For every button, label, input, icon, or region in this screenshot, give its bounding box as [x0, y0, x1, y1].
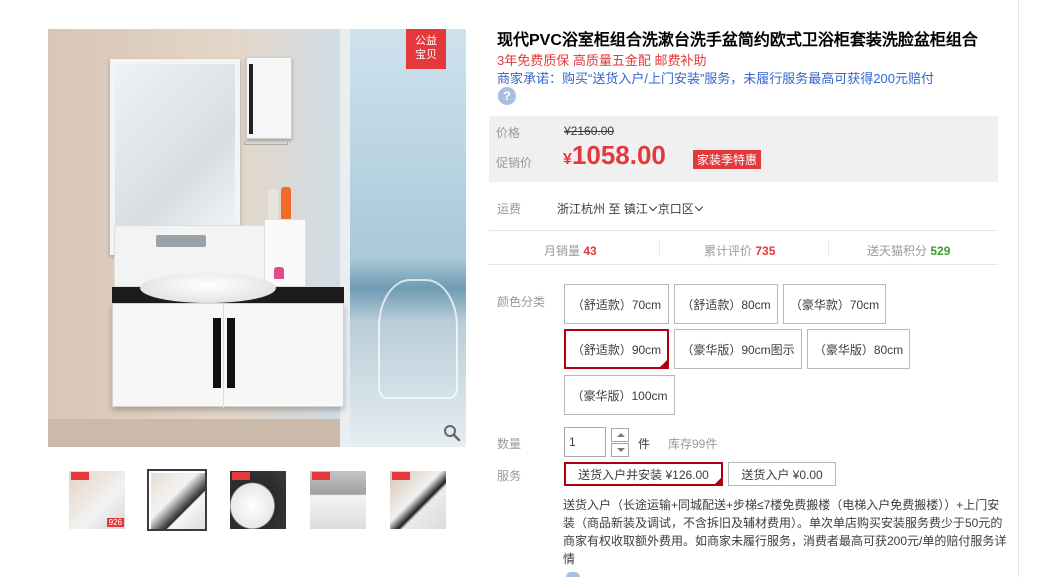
service-label: 服务: [497, 469, 522, 483]
service-option[interactable]: 送货入户 ¥0.00: [728, 462, 836, 486]
merchant-promise-link[interactable]: 商家承诺：购买“送货入户/上门安装”服务，未履行服务最高可获得200元赔付: [497, 68, 934, 87]
promo-tag: [71, 472, 89, 480]
faucet: [156, 235, 206, 247]
bottle: [268, 189, 278, 219]
badge-line2: 宝贝: [415, 49, 437, 61]
promo-tag: 家装季特惠: [693, 150, 762, 169]
promo-price-value: 1058.00: [571, 140, 666, 170]
thumbnail-selected[interactable]: [147, 469, 207, 531]
product-title: 现代PVC浴室柜组合洗漱台洗手盆简约欧式卫浴柜套装洗脸盆柜组合: [497, 32, 978, 49]
door-split: [223, 304, 224, 408]
color-option[interactable]: （舒适款）80cm: [674, 284, 778, 324]
ship-to-word: 至: [608, 202, 621, 216]
thumb-price: 926: [106, 518, 124, 527]
thumbnail[interactable]: [388, 469, 448, 531]
door-handle: [227, 318, 235, 388]
quantity-unit: 件: [638, 437, 651, 451]
color-option[interactable]: （舒适款）70cm: [564, 284, 669, 324]
quantity-increase-button[interactable]: [611, 428, 629, 442]
color-option[interactable]: （豪华款）70cm: [783, 284, 886, 324]
main-product-image[interactable]: [48, 29, 466, 447]
chevron-down-icon: [648, 202, 657, 212]
mirror-cabinet: [246, 57, 292, 139]
monthly-sales: 月销量 43: [544, 244, 597, 258]
review-count[interactable]: 累计评价 735: [704, 242, 775, 259]
color-option[interactable]: （豪华版）90cm图示: [674, 329, 802, 369]
bottle: [274, 267, 284, 279]
original-price: ¥2160.00: [564, 124, 615, 138]
color-option[interactable]: （豪华版）100cm: [564, 375, 675, 415]
stats-bar: 月销量 43 累计评价 735 送天猫积分 529: [489, 230, 998, 265]
color-label: 颜色分类: [497, 295, 546, 309]
charity-badge: 公益 宝贝: [406, 29, 446, 69]
side-shelf: [264, 219, 306, 287]
bottle: [281, 187, 291, 219]
city-select[interactable]: 镇江: [624, 202, 658, 216]
quantity-decrease-button[interactable]: [611, 443, 629, 457]
quantity-label: 数量: [497, 437, 522, 451]
tmall-points: 送天猫积分 529: [867, 244, 951, 258]
vanity-cabinet: [112, 303, 344, 408]
quantity-input[interactable]: [564, 427, 606, 457]
currency-symbol: ¥: [563, 151, 572, 168]
district-select[interactable]: 京口区: [658, 202, 704, 216]
shipping-label: 运费: [497, 202, 522, 216]
original-price-label: 价格: [496, 126, 521, 140]
color-option[interactable]: （豪华版）80cm: [807, 329, 910, 369]
service-description: 送货入户（长途运输+同城配送+步梯≤7楼免费搬楼（电梯入户免费搬楼））+上门安装…: [563, 498, 1007, 566]
badge-line1: 公益: [415, 35, 437, 47]
zoom-icon[interactable]: [443, 424, 461, 442]
color-option-selected[interactable]: （舒适款）90cm ✓: [564, 329, 669, 369]
promo-price: ¥1058.00: [563, 140, 666, 171]
shipping-route: 浙江杭州 至 镇江 京口区: [557, 200, 704, 217]
divider: [659, 241, 660, 255]
door-handle: [213, 318, 221, 388]
ship-from: 浙江杭州: [557, 202, 606, 216]
chevron-down-icon: [694, 202, 703, 212]
page-divider: [1018, 0, 1019, 577]
promo-tag: [312, 472, 330, 480]
help-icon[interactable]: ?: [498, 87, 516, 105]
chair: [378, 279, 458, 399]
towel-rack: [244, 141, 288, 145]
thumbnail[interactable]: [308, 469, 368, 531]
promo-price-label: 促销价: [496, 156, 533, 170]
thumbnail[interactable]: [228, 469, 288, 531]
stock-count: 库存99件: [668, 437, 718, 451]
promo-tag: [232, 472, 250, 480]
promo-tag: [392, 472, 410, 480]
thumbnail[interactable]: 926: [67, 469, 127, 531]
basin: [140, 273, 276, 303]
help-icon[interactable]: [566, 572, 580, 577]
divider: [828, 241, 829, 255]
product-subtitle: 3年免费质保 高质量五金配 邮费补助: [497, 53, 707, 68]
service-option-selected[interactable]: 送货入户并安装 ¥126.00: [564, 462, 723, 486]
check-icon: ✓: [661, 360, 667, 367]
price-panel: 价格 ¥2160.00 促销价 ¥1058.00 家装季特惠: [489, 116, 998, 182]
thumbnail-strip: 926: [67, 469, 457, 531]
